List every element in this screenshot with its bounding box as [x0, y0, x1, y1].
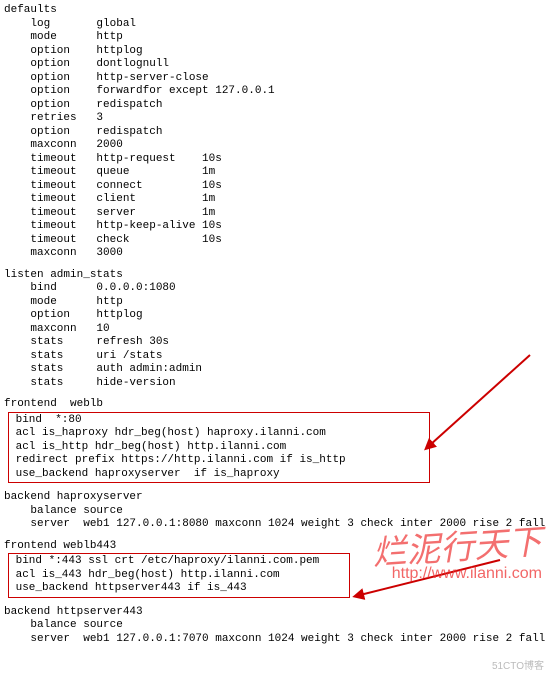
backend-httpserver443-header: backend httpserver443: [4, 606, 550, 620]
frontend-weblb443-header: frontend weblb443: [4, 540, 550, 554]
listen-body: bind 0.0.0.0:1080 mode http option httpl…: [4, 282, 550, 390]
section-listen: listen admin_stats bind 0.0.0.0:1080 mod…: [4, 269, 550, 391]
section-backend-haproxyserver: backend haproxyserver balance source ser…: [4, 491, 550, 532]
backend-httpserver443-body: balance source server web1 127.0.0.1:707…: [4, 619, 550, 646]
section-backend-httpserver443: backend httpserver443 balance source ser…: [4, 606, 550, 647]
backend-haproxyserver-body: balance source server web1 127.0.0.1:808…: [4, 505, 550, 532]
section-defaults: defaults log global mode http option htt…: [4, 4, 550, 261]
frontend-weblb443-body: bind *:443 ssl crt /etc/haproxy/ilanni.c…: [9, 555, 349, 596]
defaults-header: defaults: [4, 4, 550, 18]
backend-haproxyserver-header: backend haproxyserver: [4, 491, 550, 505]
frontend-weblb-header: frontend weblb: [4, 398, 550, 412]
watermark-corner: 51CTO博客: [492, 657, 544, 672]
frontend-weblb-body: bind *:80 acl is_haproxy hdr_beg(host) h…: [9, 414, 429, 482]
defaults-body: log global mode http option httplog opti…: [4, 18, 550, 261]
highlight-box-2: bind *:443 ssl crt /etc/haproxy/ilanni.c…: [8, 553, 350, 598]
highlight-box-1: bind *:80 acl is_haproxy hdr_beg(host) h…: [8, 412, 430, 484]
listen-header: listen admin_stats: [4, 269, 550, 283]
section-frontend-weblb: frontend weblb bind *:80 acl is_haproxy …: [4, 398, 550, 483]
section-frontend-weblb443: frontend weblb443 bind *:443 ssl crt /et…: [4, 540, 550, 598]
config-page: defaults log global mode http option htt…: [0, 0, 550, 680]
